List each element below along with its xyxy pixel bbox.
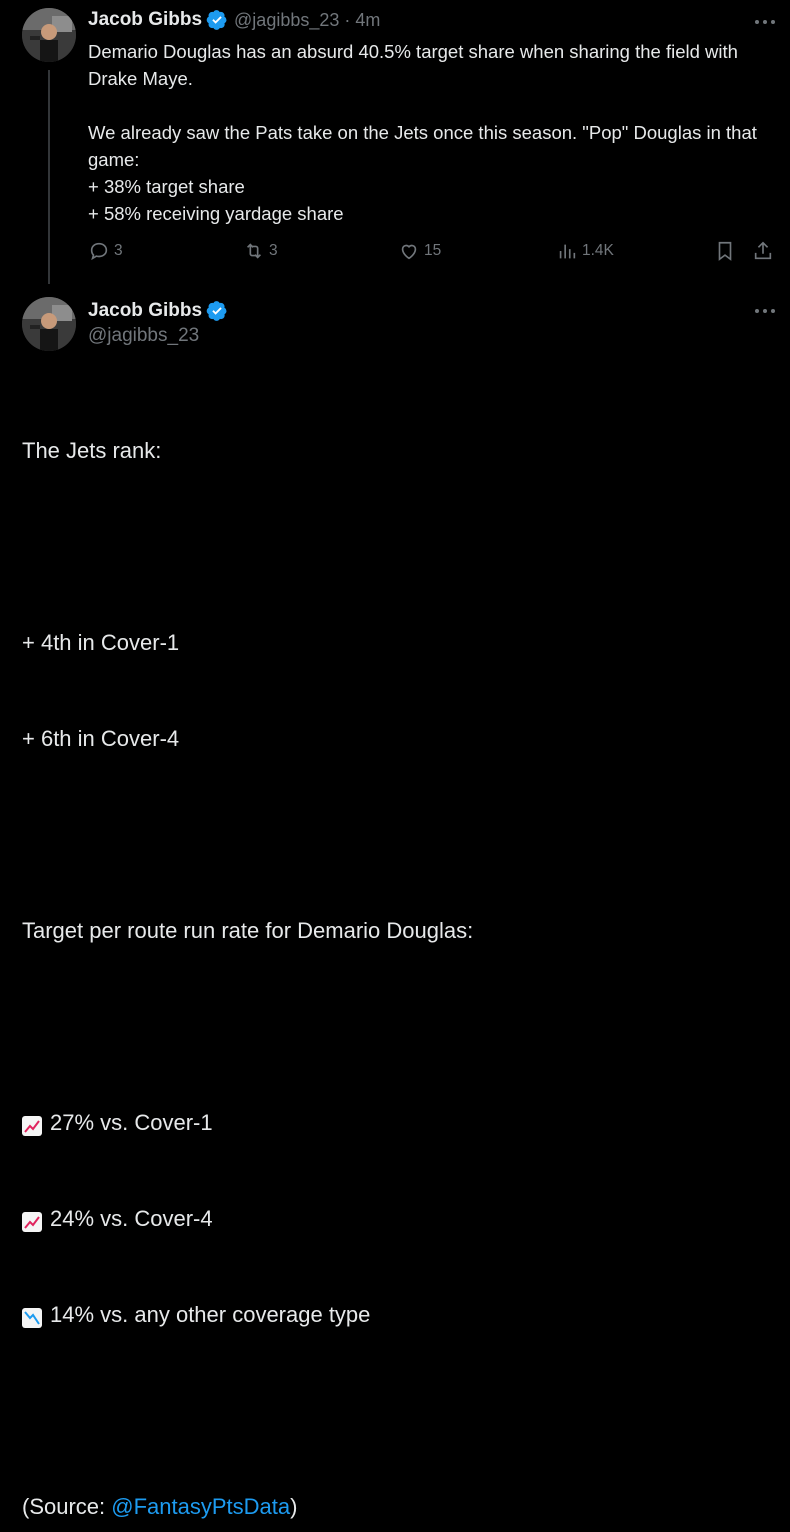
views-button[interactable]: 1.4K: [556, 240, 614, 262]
repost-icon: [246, 243, 262, 259]
tweet-text: Demario Douglas has an absurd 40.5% targ…: [88, 41, 757, 224]
verified-badge-icon: [206, 300, 228, 322]
views-icon: [559, 244, 576, 259]
share-icon: [754, 241, 772, 260]
bookmark-button[interactable]: [714, 240, 736, 262]
bookmark-icon: [718, 241, 732, 261]
source-line: (Source: @FantasyPtsData): [22, 1491, 782, 1523]
author-name[interactable]: Jacob Gibbs: [88, 9, 202, 31]
repost-count: 3: [269, 242, 278, 259]
text-line: + 4th in Cover-1: [22, 630, 180, 655]
timestamp[interactable]: 4m: [355, 10, 380, 31]
author-handle[interactable]: @jagibbs_23: [234, 10, 339, 31]
tweet2-header: Jacob Gibbs: [88, 300, 228, 322]
text-line: The Jets rank:: [22, 438, 162, 463]
text-line: 27% vs. Cover-1: [22, 1107, 782, 1139]
share-button[interactable]: [752, 240, 774, 262]
avatar[interactable]: [22, 8, 76, 62]
like-count: 15: [424, 242, 442, 259]
verified-badge-icon: [206, 9, 228, 31]
repost-button[interactable]: 3: [243, 240, 278, 262]
thread-connector-line: [48, 70, 50, 284]
like-button[interactable]: 15: [398, 240, 441, 262]
text-line: + 6th in Cover-4: [22, 726, 180, 751]
chart-decreasing-emoji: [22, 1305, 42, 1328]
reply-button[interactable]: 3: [88, 240, 123, 262]
author-name[interactable]: Jacob Gibbs: [88, 300, 202, 322]
source-mention-link[interactable]: @FantasyPtsData: [111, 1491, 290, 1523]
avatar[interactable]: [22, 297, 76, 351]
more-options-icon[interactable]: [752, 303, 778, 319]
text-line: 14% vs. any other coverage type: [22, 1299, 782, 1331]
tweet1-header: Jacob Gibbs @jagibbs_23 · 4m: [88, 9, 380, 31]
like-icon: [401, 244, 417, 260]
reply-count: 3: [114, 242, 123, 259]
tweet-actions-bar: 3 3 15 1.4K: [88, 240, 778, 268]
views-count: 1.4K: [582, 242, 614, 259]
chart-increasing-emoji: [22, 1209, 42, 1232]
more-options-icon[interactable]: [752, 14, 778, 30]
chart-increasing-emoji: [22, 1113, 42, 1136]
text-line: Target per route run rate for Demario Do…: [22, 918, 474, 943]
tweet-text: The Jets rank: + 4th in Cover-1 + 6th in…: [22, 371, 782, 1532]
author-handle[interactable]: @jagibbs_23: [88, 325, 199, 347]
text-line: 24% vs. Cover-4: [22, 1203, 782, 1235]
separator-dot: ·: [344, 9, 351, 30]
reply-icon: [90, 242, 108, 261]
